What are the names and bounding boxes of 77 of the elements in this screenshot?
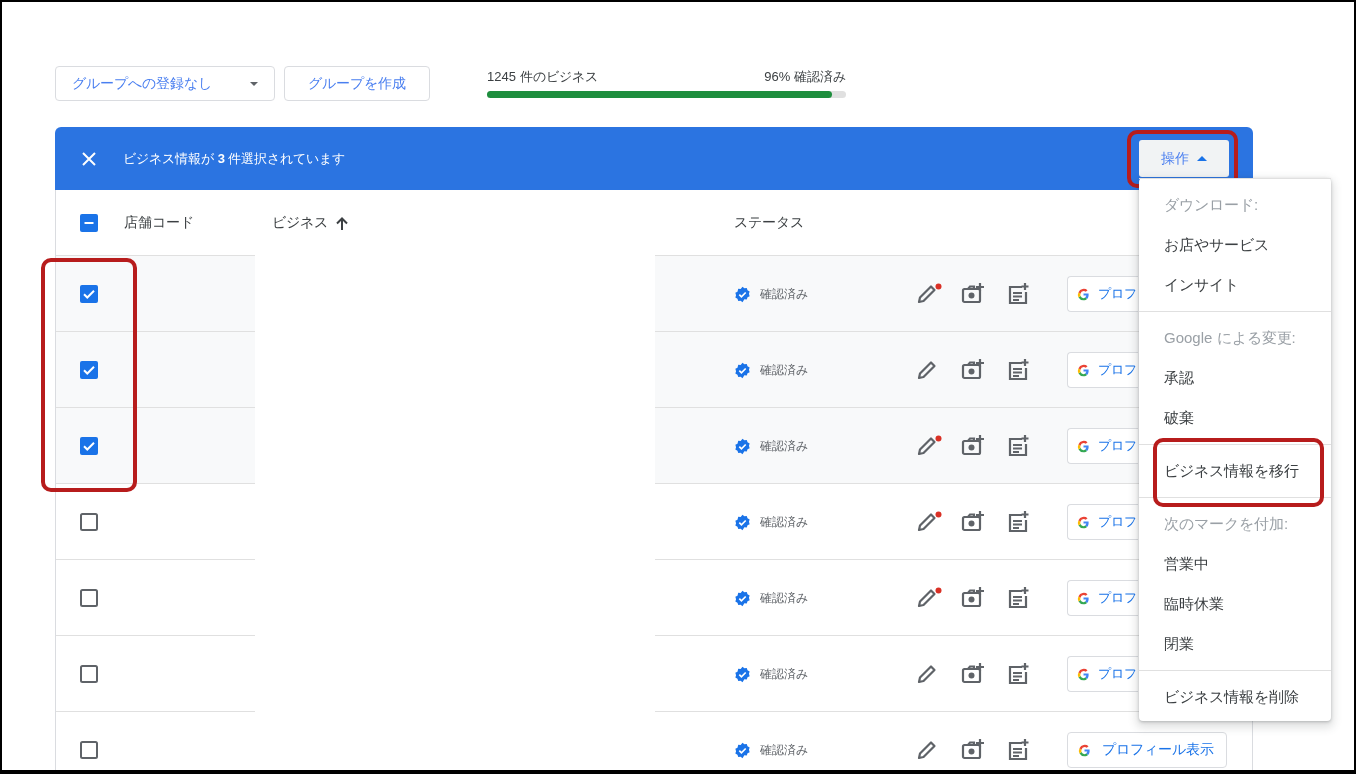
close-icon[interactable] xyxy=(82,151,96,166)
add-post-icon[interactable] xyxy=(1008,663,1031,685)
verified-percentage: 96% 確認済み xyxy=(764,69,846,84)
checkbox[interactable] xyxy=(80,741,98,759)
checkbox[interactable] xyxy=(80,513,98,531)
add-photo-icon[interactable] xyxy=(961,283,986,305)
view-profile-button[interactable]: プロフ xyxy=(1067,428,1139,464)
menu-item[interactable]: 営業中 xyxy=(1164,554,1209,574)
menu-item[interactable]: 臨時休業 xyxy=(1164,594,1224,614)
status-text: 確認済み xyxy=(760,361,809,379)
caret-icon xyxy=(250,81,258,86)
menu-item[interactable]: ビジネス情報を削除 xyxy=(1164,687,1299,707)
add-post-icon[interactable] xyxy=(1008,587,1031,609)
column-header[interactable]: ビジネス xyxy=(271,214,328,232)
status-text: 確認済み xyxy=(760,665,809,683)
checkbox[interactable] xyxy=(80,285,98,303)
group-dropdown[interactable]: グループへの登録なし xyxy=(55,66,275,101)
menu-section-header: ダウンロード: xyxy=(1163,194,1260,215)
status-text: 確認済み xyxy=(760,513,809,531)
view-profile-button[interactable]: プロフ xyxy=(1067,276,1139,312)
create-group-button[interactable]: グループを作成 xyxy=(284,66,430,101)
status-text: 確認済み xyxy=(760,437,809,455)
add-post-icon[interactable] xyxy=(1008,739,1031,761)
menu-item[interactable]: 承認 xyxy=(1164,368,1194,388)
edit-icon[interactable] xyxy=(916,511,943,533)
google-logo-icon xyxy=(1077,591,1091,605)
actions-button[interactable]: 操作 xyxy=(1139,140,1229,177)
google-logo-icon xyxy=(1077,287,1091,301)
checkbox[interactable] xyxy=(80,589,98,607)
add-photo-icon[interactable] xyxy=(961,435,986,457)
add-post-icon[interactable] xyxy=(1008,511,1031,533)
status-text: 確認済み xyxy=(760,589,809,607)
google-logo-icon xyxy=(1077,439,1091,453)
group-dropdown-label: グループへの登録なし xyxy=(72,74,212,93)
view-profile-button[interactable]: プロフ xyxy=(1067,352,1139,388)
view-profile-button[interactable]: プロフ xyxy=(1067,580,1139,616)
add-photo-icon[interactable] xyxy=(961,739,986,761)
checkbox[interactable] xyxy=(80,437,98,455)
add-post-icon[interactable] xyxy=(1008,435,1031,457)
menu-section-header: Google による変更: xyxy=(1163,327,1297,348)
edit-icon[interactable] xyxy=(916,283,943,305)
verified-badge-icon xyxy=(734,665,752,683)
checkbox[interactable] xyxy=(80,361,98,379)
caret-icon xyxy=(1197,156,1207,161)
google-logo-icon xyxy=(1078,743,1092,757)
view-profile-button[interactable]: プロフ xyxy=(1067,656,1139,692)
add-photo-icon[interactable] xyxy=(961,663,986,685)
status-text: 確認済み xyxy=(760,741,809,759)
view-profile-button[interactable]: プロフ xyxy=(1067,504,1139,540)
verified-badge-icon xyxy=(734,513,752,531)
edit-icon[interactable] xyxy=(916,587,943,609)
checkbox[interactable] xyxy=(80,214,98,232)
checkbox[interactable] xyxy=(80,665,98,683)
add-photo-icon[interactable] xyxy=(961,511,986,533)
add-photo-icon[interactable] xyxy=(961,359,986,381)
view-profile-button[interactable]: プロフィール表示 xyxy=(1067,732,1228,768)
google-logo-icon xyxy=(1077,363,1091,377)
column-header[interactable]: 店舗コード xyxy=(123,214,194,232)
add-photo-icon[interactable] xyxy=(961,587,986,609)
status-text: 確認済み xyxy=(760,285,809,303)
menu-item[interactable]: 閉業 xyxy=(1164,634,1194,654)
business-count: 1245 件のビジネス xyxy=(487,69,598,84)
add-post-icon[interactable] xyxy=(1008,359,1031,381)
column-header[interactable]: ステータス xyxy=(734,214,805,232)
add-post-icon[interactable] xyxy=(1008,283,1031,305)
menu-item[interactable]: 破棄 xyxy=(1164,408,1194,428)
verified-badge-icon xyxy=(734,741,752,759)
menu-section-header: 次のマークを付加: xyxy=(1163,513,1290,534)
sort-arrow-icon[interactable] xyxy=(335,216,348,230)
menu-item[interactable]: ビジネス情報を移行 xyxy=(1164,461,1299,481)
menu-item[interactable]: インサイト xyxy=(1164,275,1239,295)
verified-badge-icon xyxy=(734,589,752,607)
selection-count-text: ビジネス情報が 3 件選択されています xyxy=(123,149,347,168)
google-logo-icon xyxy=(1077,667,1091,681)
menu-item[interactable]: お店やサービス xyxy=(1164,235,1269,255)
edit-icon[interactable] xyxy=(916,435,943,457)
google-logo-icon xyxy=(1077,515,1091,529)
